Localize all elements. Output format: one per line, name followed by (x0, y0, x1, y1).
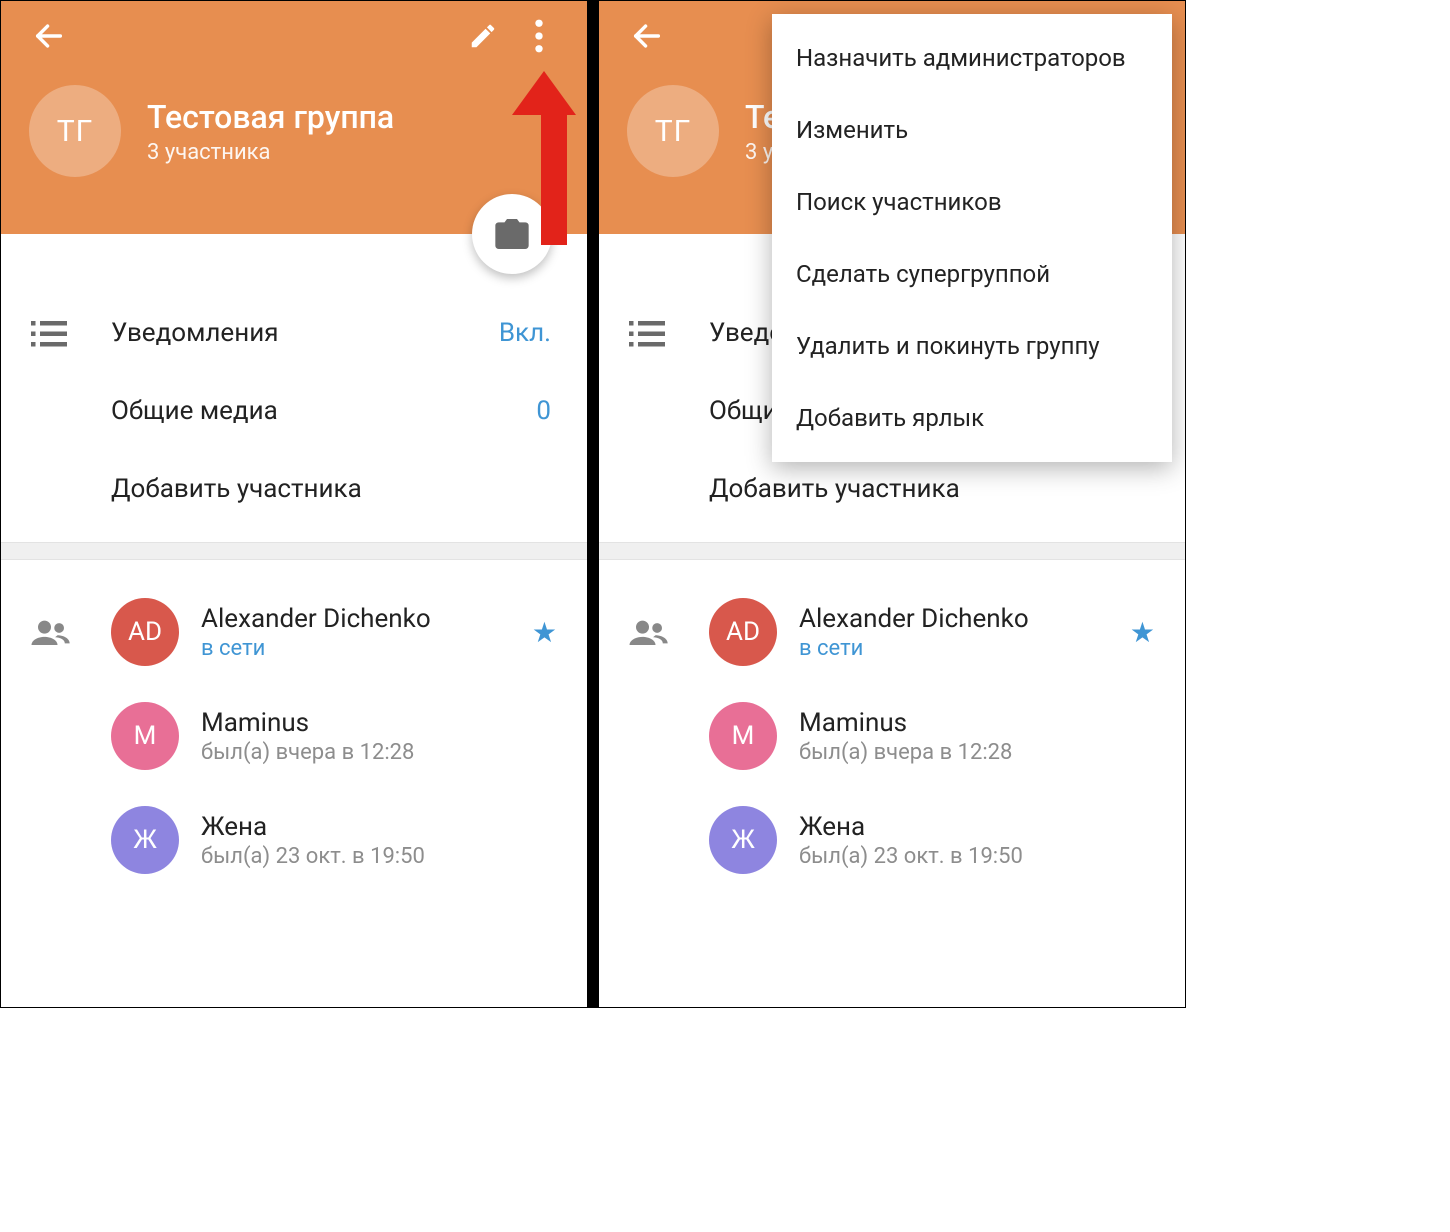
settings-section: Уведомления Вкл. Общие медиа 0 Добавить … (1, 234, 587, 528)
more-button[interactable] (511, 8, 567, 64)
member-status: был(а) вчера в 12:28 (201, 740, 557, 765)
menu-item-search-members[interactable]: Поиск участников (772, 166, 1172, 238)
notifications-row[interactable]: Уведомления Вкл. (1, 294, 587, 372)
member-status: в сети (799, 636, 1130, 661)
member-name: Maminus (799, 708, 1155, 738)
member-row[interactable]: Ж Жена был(а) 23 окт. в 19:50 (599, 788, 1185, 892)
shared-media-value: 0 (536, 396, 557, 426)
menu-item-add-shortcut[interactable]: Добавить ярлык (772, 382, 1172, 454)
section-divider (599, 542, 1185, 560)
notifications-label: Уведомления (111, 318, 499, 348)
camera-icon (492, 214, 532, 254)
members-icon (629, 619, 669, 645)
list-icon (31, 319, 67, 347)
list-icon (629, 319, 665, 347)
member-status: был(а) 23 окт. в 19:50 (799, 844, 1155, 869)
arrow-left-icon (630, 19, 664, 53)
arrow-left-icon (32, 19, 66, 53)
red-arrow-annotation (531, 71, 576, 245)
member-name: Жена (799, 812, 1155, 842)
member-avatar: AD (709, 598, 777, 666)
screenshot-separator (587, 1, 599, 1007)
screen-right: ТГ Тестовая группа 3 участника Уведомлен… (599, 1, 1185, 1007)
member-status: в сети (201, 636, 532, 661)
member-avatar: M (709, 702, 777, 770)
add-member-label: Добавить участника (111, 474, 557, 504)
menu-item-assign-admins[interactable]: Назначить администраторов (772, 22, 1172, 94)
pencil-icon (468, 21, 498, 51)
admin-star-icon: ★ (532, 616, 557, 649)
member-avatar: Ж (709, 806, 777, 874)
member-row[interactable]: AD Alexander Dichenko в сети ★ (1, 580, 587, 684)
add-member-label: Добавить участника (709, 474, 1155, 504)
member-avatar: Ж (111, 806, 179, 874)
add-member-row[interactable]: Добавить участника (1, 450, 587, 528)
admin-star-icon: ★ (1130, 616, 1155, 649)
side-by-side-screenshots: ТГ Тестовая группа 3 участника Уведомлен… (0, 0, 1186, 1008)
group-avatar[interactable]: ТГ (29, 85, 121, 177)
member-name: Maminus (201, 708, 557, 738)
group-title-block: ТГ Тестовая группа 3 участника (1, 85, 587, 177)
member-status: был(а) 23 окт. в 19:50 (201, 844, 557, 869)
members-section: AD Alexander Dichenko в сети ★ M Maminus… (599, 560, 1185, 892)
member-row[interactable]: M Maminus был(а) вчера в 12:28 (1, 684, 587, 788)
member-avatar: M (111, 702, 179, 770)
menu-item-edit[interactable]: Изменить (772, 94, 1172, 166)
menu-item-delete-leave[interactable]: Удалить и покинуть группу (772, 310, 1172, 382)
member-name: Жена (201, 812, 557, 842)
screen-left: ТГ Тестовая группа 3 участника Уведомлен… (1, 1, 587, 1007)
member-name: Alexander Dichenko (201, 604, 532, 634)
group-subtitle: 3 участника (147, 140, 394, 165)
shared-media-label: Общие медиа (111, 396, 536, 426)
back-button[interactable] (21, 8, 77, 64)
back-button[interactable] (619, 8, 675, 64)
more-vertical-icon (534, 19, 544, 53)
edit-button[interactable] (455, 8, 511, 64)
member-row[interactable]: AD Alexander Dichenko в сети ★ (599, 580, 1185, 684)
member-avatar: AD (111, 598, 179, 666)
group-avatar[interactable]: ТГ (627, 85, 719, 177)
notifications-value: Вкл. (499, 318, 557, 348)
member-row[interactable]: M Maminus был(а) вчера в 12:28 (599, 684, 1185, 788)
section-divider (1, 542, 587, 560)
group-title: Тестовая группа (147, 98, 394, 136)
member-status: был(а) вчера в 12:28 (799, 740, 1155, 765)
toolbar (1, 1, 587, 71)
member-name: Alexander Dichenko (799, 604, 1130, 634)
member-row[interactable]: Ж Жена был(а) 23 окт. в 19:50 (1, 788, 587, 892)
members-icon (31, 619, 71, 645)
overflow-menu: Назначить администраторов Изменить Поиск… (772, 14, 1172, 462)
members-section: AD Alexander Dichenko в сети ★ M Maminus… (1, 560, 587, 892)
menu-item-make-supergroup[interactable]: Сделать супергруппой (772, 238, 1172, 310)
shared-media-row[interactable]: Общие медиа 0 (1, 372, 587, 450)
